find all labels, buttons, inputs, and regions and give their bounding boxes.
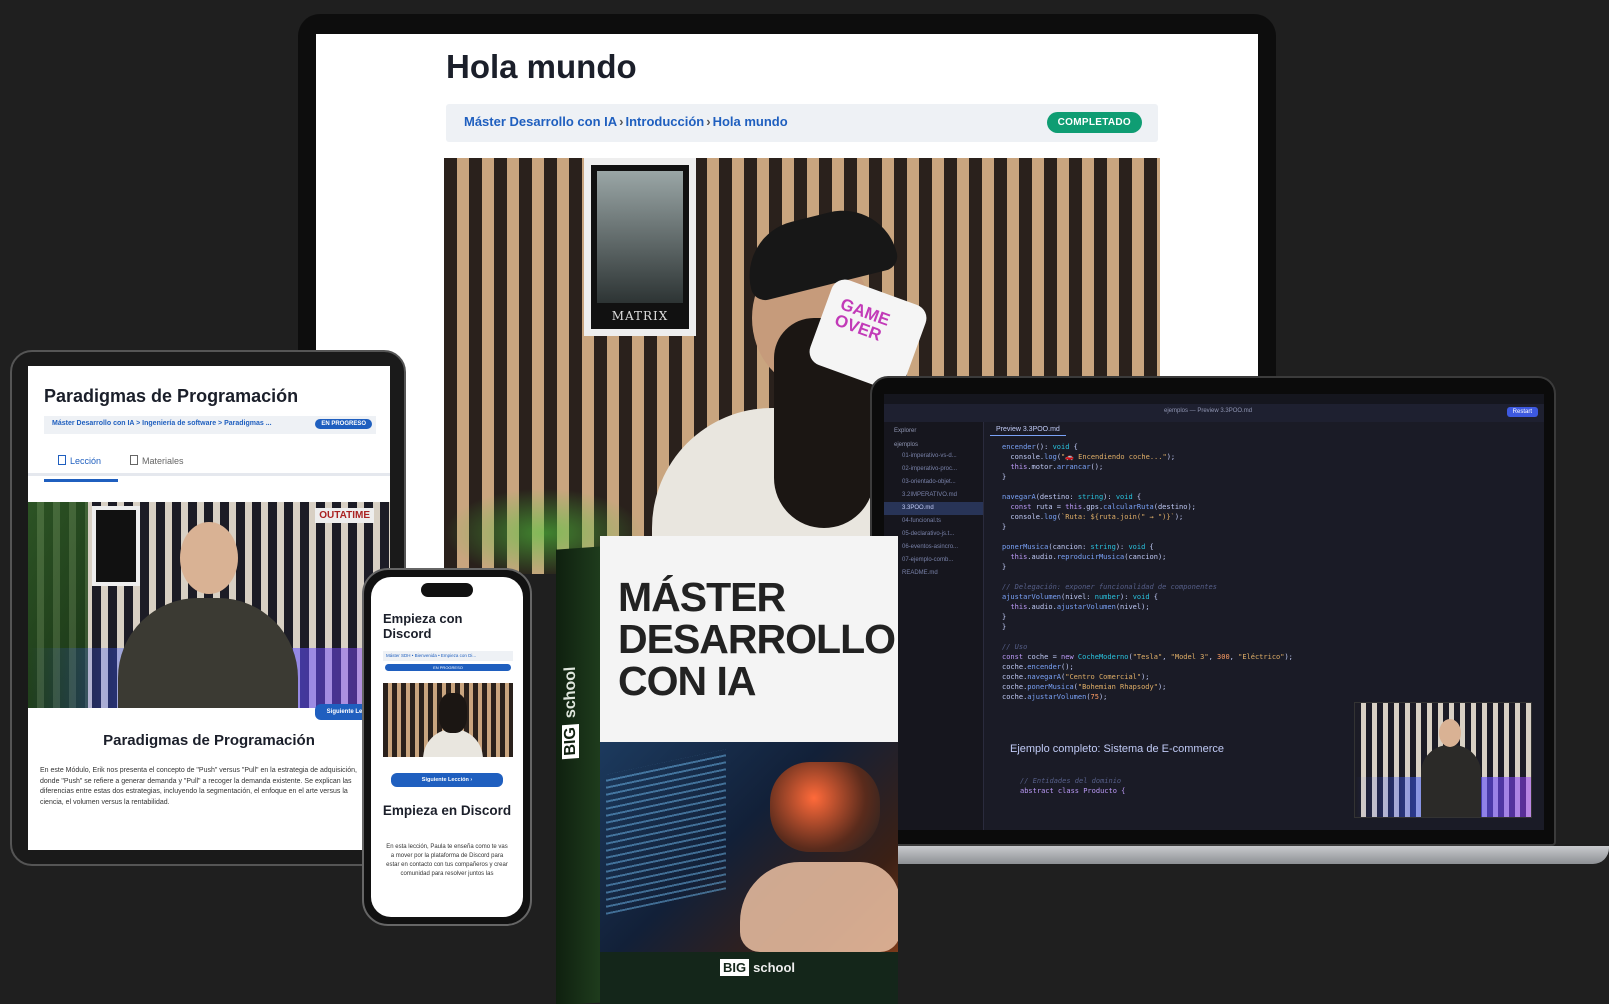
box-title-line: MÁSTER — [618, 574, 786, 620]
lesson-title: Paradigmas de Programación — [44, 386, 299, 406]
tab-leccion-label: Lección — [70, 456, 102, 466]
box-title-line: DESARROLLO — [618, 616, 896, 662]
explorer-label: Explorer — [894, 428, 917, 434]
code-line: abstract class Producto { — [1020, 787, 1126, 795]
spine-logo: BIGschool — [562, 666, 580, 760]
tab-materiales[interactable]: Materiales — [130, 455, 184, 466]
code-block-2: // Entidades del dominio abstract class … — [1020, 776, 1125, 796]
file-item[interactable]: 02-imperativo-proc... — [884, 463, 983, 476]
tablet-screen: Paradigmas de Programación Máster Desarr… — [28, 366, 390, 850]
phone-device: Empieza con Discord Máster SDH • Bienven… — [362, 568, 532, 926]
lesson-heading: Paradigmas de Programación — [103, 732, 315, 749]
file-item[interactable]: 06-eventos-asincro... — [884, 541, 983, 554]
tab-leccion[interactable]: Lección — [58, 455, 101, 466]
bigschool-logo: BIG school — [720, 959, 795, 976]
instructor-image — [118, 522, 298, 708]
lesson-tabs: Lección Materiales — [28, 446, 390, 476]
file-item[interactable]: README.md — [884, 567, 983, 580]
outatime-sign: OUTATIME — [315, 508, 374, 523]
tab-materiales-label: Materiales — [142, 456, 184, 466]
lesson-title: Hola mundo — [446, 48, 637, 85]
video-player[interactable]: OUTATIME — [28, 502, 390, 708]
box-spine: BIGschool — [556, 546, 602, 1004]
phone-screen: Empieza con Discord Máster SDH • Bienven… — [371, 577, 523, 917]
status-badge: EN PROGRESO — [315, 419, 372, 429]
menu-bar — [884, 394, 1544, 404]
laptop-base — [850, 846, 1609, 864]
code-comment: // Entidades del dominio — [1020, 777, 1122, 785]
breadcrumb-bar: Máster Desarrollo con IA > Ingeniería de… — [44, 416, 376, 434]
active-tab-indicator — [44, 479, 118, 482]
breadcrumb-link-lesson[interactable]: Hola mundo — [713, 114, 788, 129]
editor-titlebar: ejemplos — Preview 3.3POO.md Restart — [884, 404, 1544, 422]
status-badge: EN PROGRESO — [385, 664, 511, 671]
breadcrumb[interactable]: Máster Desarrollo con IA > Ingeniería de… — [52, 420, 272, 427]
breadcrumb[interactable]: Máster SDH • Bienvenida • Empieza con Di… — [383, 651, 513, 661]
dynamic-island — [421, 583, 473, 597]
robot-illustration — [770, 762, 880, 852]
file-icon — [130, 455, 138, 465]
preview-heading: Ejemplo completo: Sistema de E-commerce — [1010, 743, 1224, 755]
box-title-panel: MÁSTER DESARROLLO CON IA — [600, 536, 898, 742]
mug-text: GAME OVER — [832, 294, 893, 345]
lesson-description: En esta lección, Paula te enseña como te… — [386, 844, 508, 877]
lesson-title: Empieza con Discord — [383, 611, 463, 641]
breadcrumb-bar: Máster Desarrollo con IA › Introducción › Ho… — [446, 104, 1158, 142]
restart-button[interactable]: Restart — [1506, 407, 1538, 417]
code-editor: ejemplos — Preview 3.3POO.md Restart Exp… — [884, 394, 1544, 830]
video-player[interactable] — [383, 683, 513, 757]
folder-name[interactable]: ejemplos — [884, 436, 983, 450]
document-icon — [58, 455, 66, 465]
code-block: encender(): void { console.log("🚗 Encend… — [1002, 443, 1293, 701]
laptop-device: ejemplos — Preview 3.3POO.md Restart Exp… — [870, 376, 1556, 846]
file-item[interactable]: 01-imperativo-vs-d... — [884, 450, 983, 463]
box-front: MÁSTER DESARROLLO CON IA BIG school — [600, 536, 898, 1004]
product-box: BIGschool MÁSTER DESARROLLO CON IA BIG sc… — [556, 536, 898, 1004]
hands-illustration — [740, 862, 898, 952]
file-item[interactable]: 03-orientado-objet... — [884, 476, 983, 489]
lesson-description: En este Módulo, Erik nos presenta el con… — [40, 767, 357, 806]
box-title-line: CON IA — [618, 658, 757, 704]
file-item[interactable]: 3.2IMPERATIVO.md — [884, 489, 983, 502]
command-search[interactable]: ejemplos — Preview 3.3POO.md — [1164, 408, 1252, 414]
tablet-device: Paradigmas de Programación Máster Desarr… — [10, 350, 406, 866]
instructor-image — [1421, 719, 1481, 817]
breadcrumb: Máster Desarrollo con IA › Introducción › Ho… — [464, 114, 788, 129]
next-lesson-button[interactable]: Siguiente Lección › — [391, 773, 503, 787]
status-badge: COMPLETADO — [1046, 112, 1142, 133]
breadcrumb-link-module[interactable]: Introducción — [626, 114, 705, 129]
box-title: MÁSTER DESARROLLO CON IA — [618, 574, 896, 704]
webcam-overlay[interactable] — [1354, 702, 1532, 818]
file-explorer: Explorer ejemplos 01-imperativo-vs-d... … — [884, 422, 984, 830]
lesson-heading: Empieza en Discord — [382, 803, 512, 818]
breadcrumb-link-course[interactable]: Máster Desarrollo con IA — [464, 114, 617, 129]
file-item[interactable]: 07-ejemplo-comb... — [884, 554, 983, 567]
file-item-selected[interactable]: 3.3POO.md — [884, 502, 983, 515]
file-item[interactable]: 05-declarativo-js.t... — [884, 528, 983, 541]
editor-tab[interactable]: Preview 3.3POO.md — [990, 424, 1066, 436]
instructor-image — [423, 693, 483, 757]
box-artwork — [600, 742, 898, 952]
file-item[interactable]: 04-funcional.ts — [884, 515, 983, 528]
